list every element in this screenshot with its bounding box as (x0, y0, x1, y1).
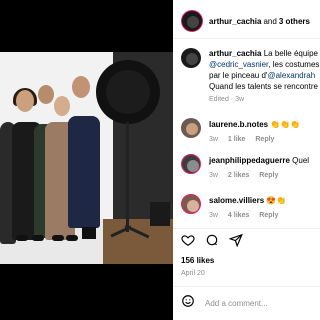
comment-age: 3w (209, 212, 218, 219)
comment-text: salome.villiers 😍👏 (209, 196, 286, 205)
caption-mention-cedric[interactable]: @cedric_vasnier (209, 60, 268, 69)
comment-text: laurene.b.notes 👏👏👏 (209, 120, 300, 129)
person-3-head (38, 85, 54, 104)
post-header: arthur_cachia and 3 others (181, 8, 320, 34)
comment-username[interactable]: salome.villiers (209, 196, 264, 205)
shoe (32, 235, 44, 241)
caption-author-avatar[interactable] (181, 48, 201, 68)
caption-line-4: Quand les talents se rencontre (209, 82, 318, 91)
comment-likes[interactable]: 1 like (228, 136, 246, 143)
post-date: April 20 (181, 270, 205, 277)
caption-username[interactable]: arthur_cachia (209, 49, 261, 58)
caption-text: arthur_cachia La belle équipe @cedric_va… (209, 48, 320, 105)
likes-count[interactable]: 156 likes (181, 256, 214, 265)
caption-line-3: par le pinceau d' (209, 71, 268, 80)
comment-bubble-icon[interactable] (205, 233, 219, 252)
collab-and-text: and (263, 16, 277, 26)
person-5-legs (82, 227, 96, 239)
add-comment-bar: Add a comment... (181, 293, 268, 313)
comment-reply-button[interactable]: Reply (259, 212, 278, 219)
header-divider (173, 38, 320, 39)
comment-meta: 3w 1 like Reply (209, 136, 274, 143)
author-avatar[interactable] (181, 10, 203, 32)
comment-likes[interactable]: 4 likes (228, 212, 249, 219)
comment-username[interactable]: laurene.b.notes (209, 120, 268, 129)
shoe (16, 235, 28, 241)
person-2-head (16, 90, 34, 112)
comment-avatar[interactable] (181, 154, 201, 174)
comment-body: Quel (292, 156, 310, 165)
comment-box-divider (173, 286, 320, 287)
caption-meta: Edited · 3w (209, 96, 245, 103)
comment-meta: 3w 2 likes Reply (209, 172, 278, 179)
softbox-light (96, 60, 160, 124)
post-details-panel: arthur_cachia and 3 others arthur_cachia… (173, 0, 320, 320)
paper-plane-icon[interactable] (228, 233, 243, 252)
post-photo (0, 52, 173, 264)
heart-icon[interactable] (181, 233, 195, 252)
person-4-head (54, 96, 70, 116)
person-5-head (72, 76, 90, 98)
comment-age: 3w (209, 172, 218, 179)
comment-username[interactable]: jeanphilippedaguerre (209, 156, 290, 165)
comment-body: 😍👏 (266, 196, 287, 205)
person-5 (68, 116, 100, 228)
comment-avatar[interactable] (181, 194, 201, 214)
light-stand (126, 122, 129, 232)
comment-reply-button[interactable]: Reply (255, 136, 274, 143)
comment-reply-button[interactable]: Reply (259, 172, 278, 179)
collab-others-link[interactable]: 3 others (279, 17, 310, 26)
comment-age: 3w (209, 136, 218, 143)
comment-avatar[interactable] (181, 118, 201, 138)
comment-likes[interactable]: 2 likes (228, 172, 249, 179)
shoe (66, 235, 78, 241)
comment-text: jeanphilippedaguerre Quel (209, 156, 309, 165)
comment-body: 👏👏👏 (270, 120, 301, 129)
caption-mention-alexandra[interactable]: @alexandrah (267, 71, 315, 80)
caption-line-2: , les costumes (268, 60, 320, 69)
shoe (52, 235, 64, 241)
author-username[interactable]: arthur_cachia (209, 17, 261, 26)
smiley-face-icon[interactable] (181, 294, 195, 313)
caption-line-1: La belle équipe (263, 49, 318, 58)
equipment-case (150, 202, 170, 226)
comment-meta: 3w 4 likes Reply (209, 212, 278, 219)
post-actions (181, 233, 243, 251)
actions-divider (173, 228, 320, 229)
add-comment-input[interactable]: Add a comment... (205, 299, 268, 308)
